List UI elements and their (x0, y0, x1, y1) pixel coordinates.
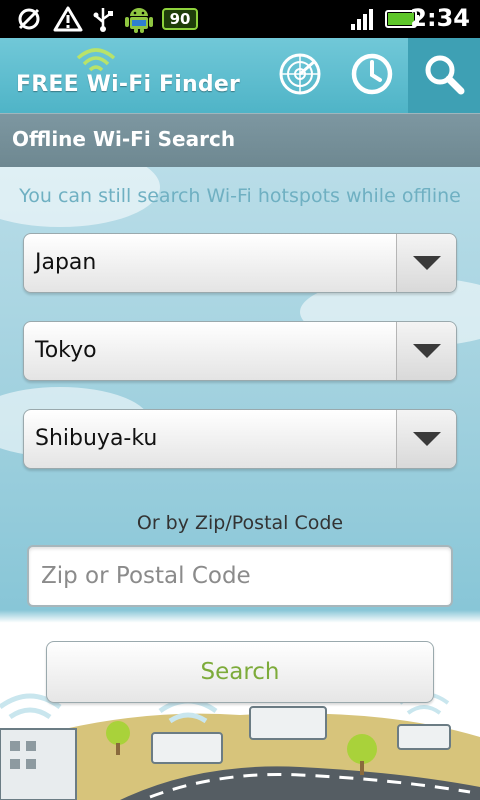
battery-level-badge: 90 (162, 8, 198, 30)
signal-icon (348, 6, 378, 32)
clock-time: 2:34 (410, 4, 470, 32)
zip-input-placeholder: Zip or Postal Code (41, 563, 251, 589)
history-button[interactable] (336, 38, 408, 113)
app-header: FREE Wi-Fi Finder (0, 38, 480, 113)
city-select[interactable]: Tokyo (23, 321, 457, 381)
city-select-value: Tokyo (35, 338, 97, 363)
search-button[interactable]: Search (46, 641, 434, 703)
warning-icon (52, 6, 84, 32)
search-icon (422, 52, 466, 100)
android-icon (122, 6, 156, 33)
status-bar: 90 2:34 (0, 0, 480, 38)
zip-label: Or by Zip/Postal Code (136, 512, 344, 534)
country-select[interactable]: Japan (23, 233, 457, 293)
search-tab-button[interactable] (408, 38, 480, 113)
chevron-down-icon[interactable] (396, 410, 456, 468)
chevron-down-icon[interactable] (396, 234, 456, 292)
usb-icon (90, 6, 116, 32)
country-select-value: Japan (35, 250, 97, 275)
offline-hint-text: You can still search Wi-Fi hotspots whil… (19, 185, 461, 207)
chevron-down-icon[interactable] (396, 322, 456, 380)
zip-input[interactable]: Zip or Postal Code (27, 545, 453, 607)
district-select-value: Shibuya-ku (35, 426, 158, 451)
app-logo-title: FREE Wi-Fi Finder (16, 72, 241, 97)
section-title: Offline Wi-Fi Search (12, 127, 236, 151)
district-select[interactable]: Shibuya-ku (23, 409, 457, 469)
radar-icon (277, 51, 323, 101)
flash-off-icon (14, 6, 44, 32)
clock-icon (349, 51, 395, 101)
radar-button[interactable] (264, 38, 336, 113)
section-header: Offline Wi-Fi Search (0, 113, 480, 167)
offline-search-form: You can still search Wi-Fi hotspots whil… (0, 167, 480, 800)
